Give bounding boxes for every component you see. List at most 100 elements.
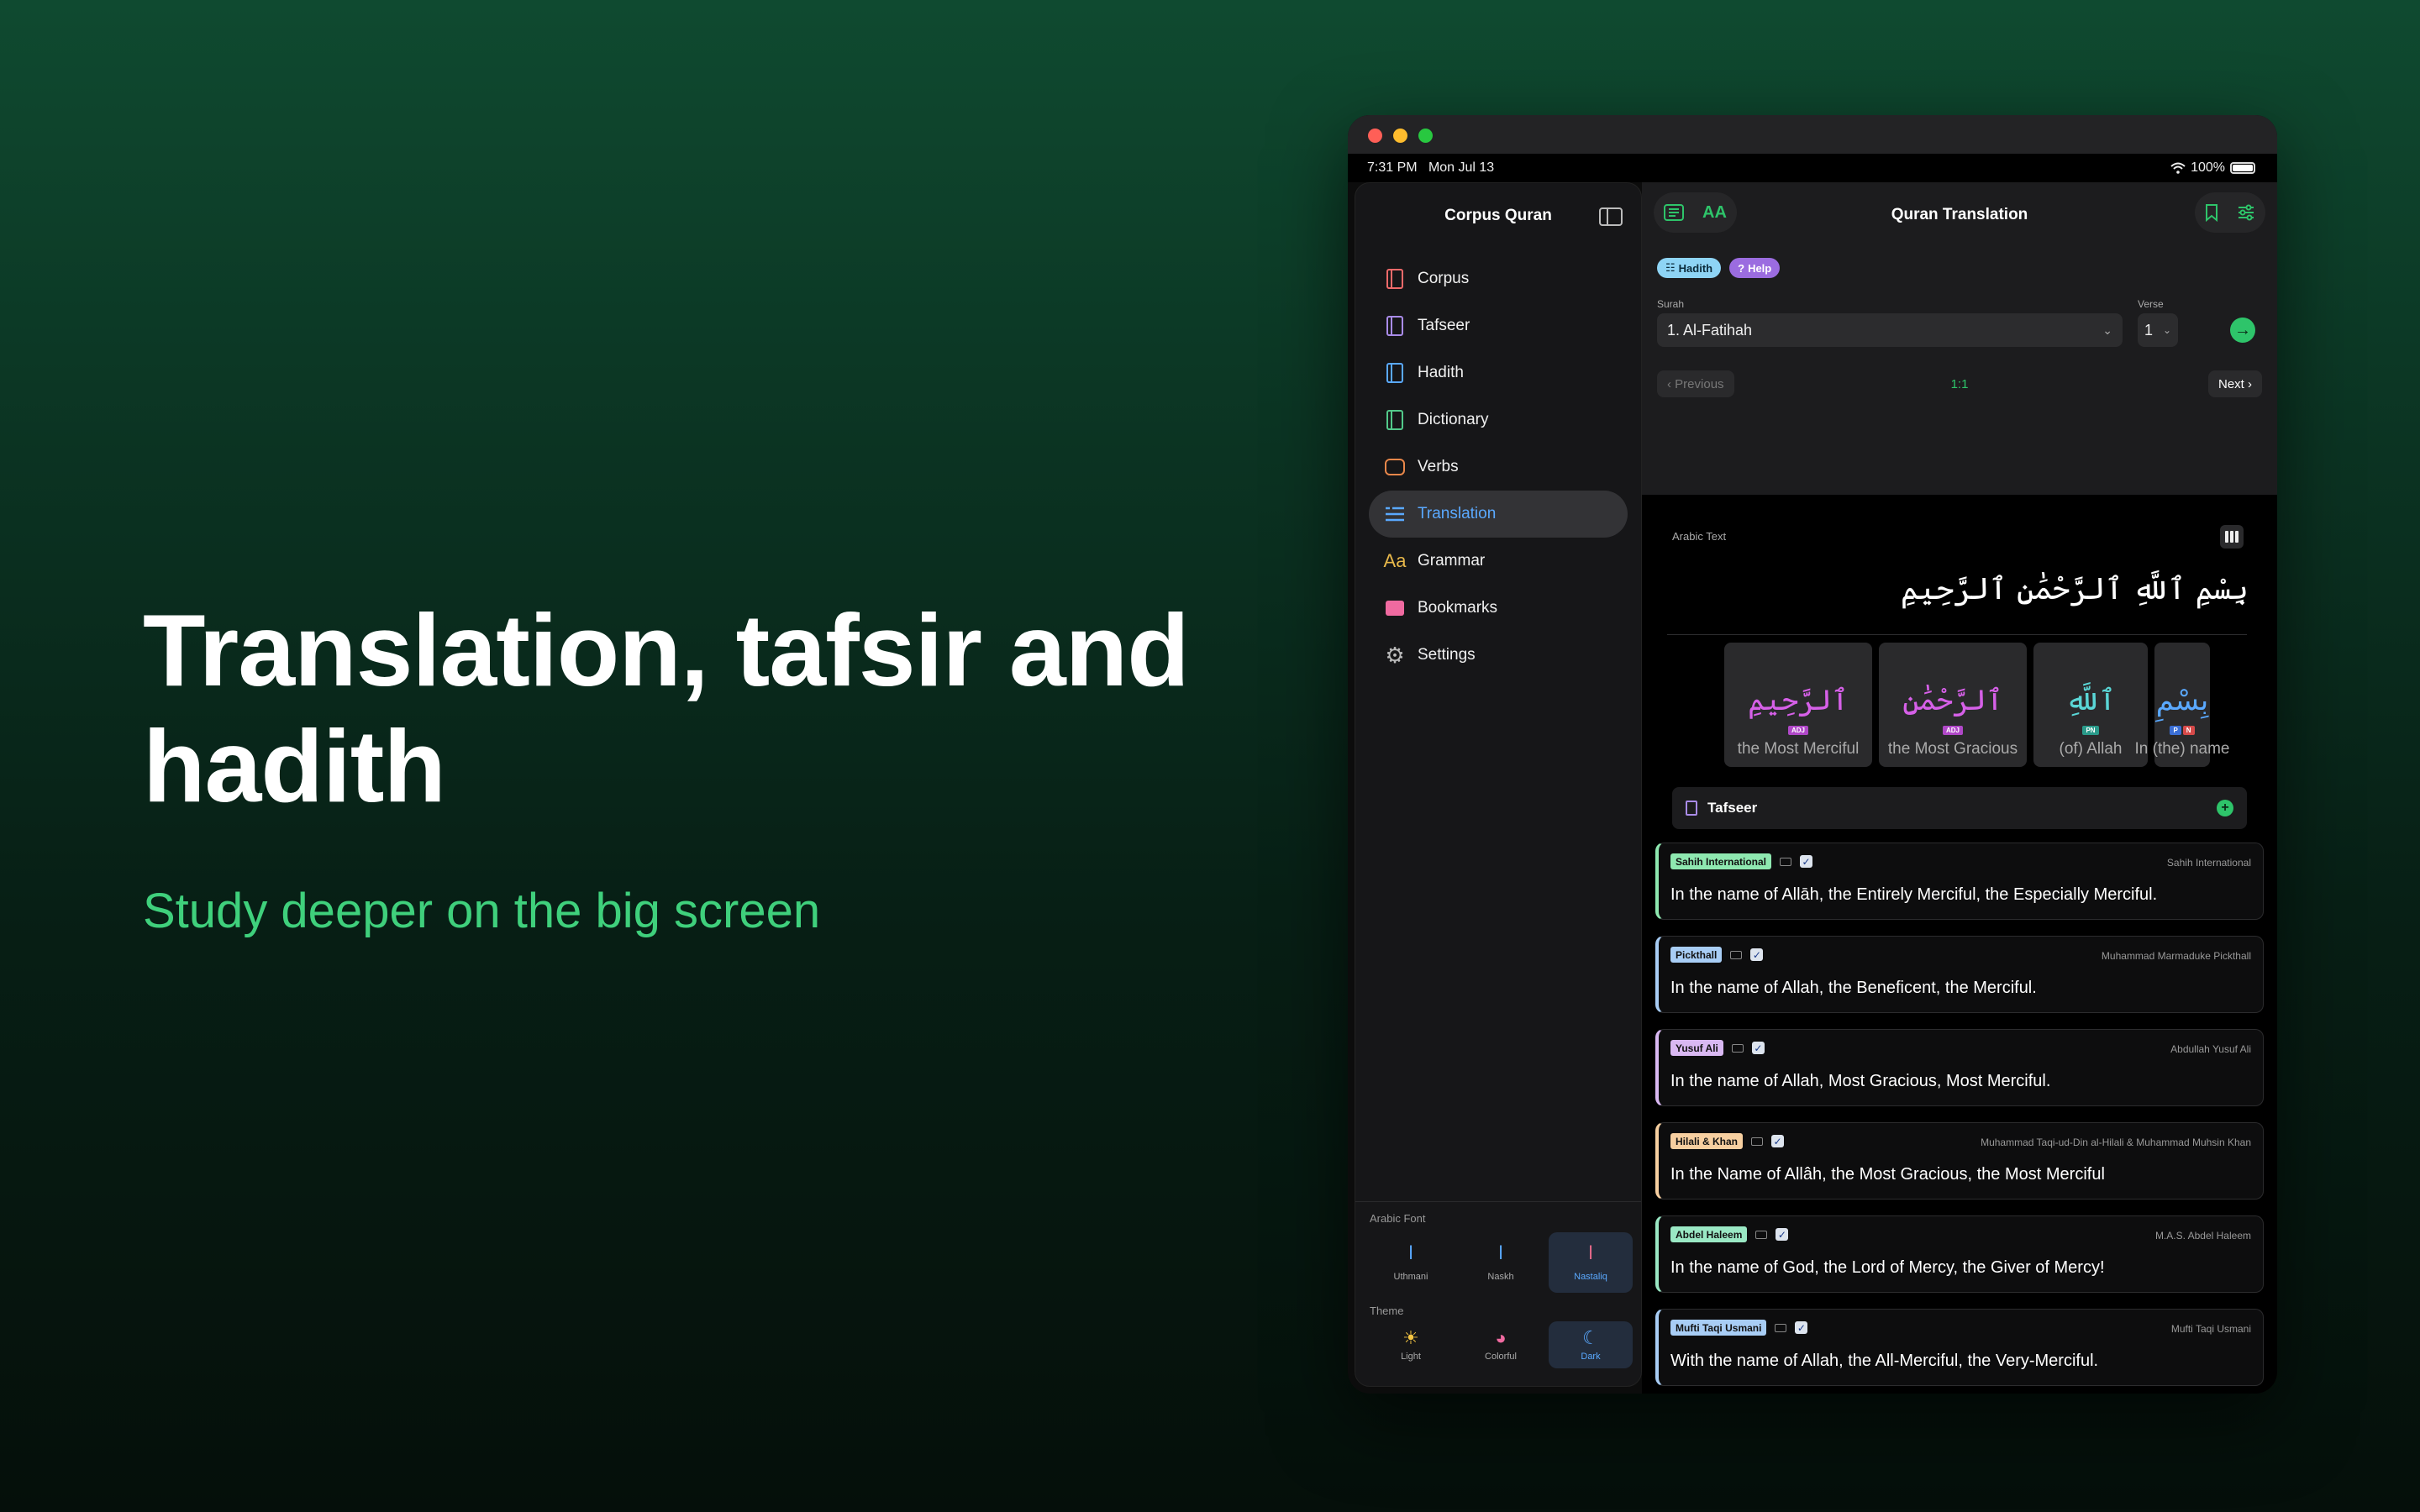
theme-option-colorful[interactable]: ◕ Colorful [1459,1321,1543,1368]
status-time-date: 7:31 PM Mon Jul 13 [1367,160,1494,176]
chevron-down-icon: ⌄ [2162,324,2171,336]
checkbox-icon[interactable]: ✓ [1750,948,1764,961]
sidebar-item-grammar[interactable]: Aa Grammar [1369,538,1628,585]
word-english: the Most Merciful [1737,740,1860,758]
word-arabic: بِسْمِ [2155,684,2209,717]
verse-value: 1 [2144,321,2154,339]
sidebar-item-translation[interactable]: Translation [1369,491,1628,538]
word-card[interactable]: ٱللَّهِ PN (of) Allah [2033,643,2148,767]
sidebar-item-tafseer[interactable]: Tafseer [1369,302,1628,349]
word-arabic: ٱلرَّحِيمِ [1748,684,1849,717]
font-option-naskh[interactable]: ا Naskh [1459,1232,1543,1293]
sidebar-item-corpus[interactable]: Corpus [1369,255,1628,302]
hadith-tag-label: Hadith [1678,261,1713,275]
gear-icon: ⚙ [1385,642,1405,668]
translation-header: Yusuf Ali ✓ [1670,1040,1765,1056]
verse-select[interactable]: 1 ⌄ [2138,313,2178,347]
translator-name: Muhammad Taqi-ud-Din al-Hilali & Muhamma… [1981,1137,2251,1148]
sliders-icon[interactable] [2237,204,2255,221]
checkbox-icon[interactable]: ✓ [1751,1042,1765,1054]
print-icon[interactable] [1730,950,1743,959]
checkbox-icon[interactable]: ✓ [1771,1135,1785,1147]
sidebar-item-label: Hadith [1418,364,1464,381]
hero: Translation, tafsir and hadith Study dee… [143,592,1235,939]
theme-options: ☀ Light ◕ Colorful ☾ Dark [1369,1321,1633,1368]
pos-badge: ADJ [1787,726,1808,735]
translation-header: Pickthall ✓ [1670,947,1764,963]
arabic-verse: بِسْمِ ٱللَّهِ ٱلرَّحْمَٰنِ ٱلرَّحِيمِ [1900,572,2249,606]
word-arabic: ٱللَّهِ [2065,684,2116,717]
word-card[interactable]: ٱلرَّحِيمِ ADJ the Most Merciful [1724,643,1872,767]
palette-icon: ◕ [1495,1327,1507,1348]
print-icon[interactable] [1751,1137,1764,1146]
speech-bubble-icon [1384,456,1406,478]
main-toolbar: AA Quran Translation ☷ Hadith ? Help Sur… [1642,182,2277,495]
hadith-tag[interactable]: ☷ Hadith [1657,258,1722,278]
checkbox-icon[interactable]: ✓ [1800,855,1813,868]
text-size-icon: Aa [1383,550,1407,571]
font-option-label: Uthmani [1393,1272,1428,1282]
action-controls [2195,192,2265,233]
translator-badge: Mufti Taqi Usmani [1670,1320,1767,1336]
word-by-word: بِسْمِ P N In (the) name ٱللَّهِ PN (of) Allah… [1724,643,2230,767]
next-button[interactable]: Next › [2207,370,2262,397]
zoom-window-button[interactable] [1418,129,1433,143]
add-tafseer-icon[interactable]: + [2217,800,2233,816]
tafseer-bar[interactable]: Tafseer + [1672,787,2247,829]
verse-reference: 1:1 [1950,377,1969,391]
font-option-nastaliq[interactable]: ا Nastaliq [1549,1232,1633,1293]
bookmark-icon[interactable] [2205,203,2218,222]
surah-select[interactable]: 1. Al-Fatihah ⌄ [1657,313,2123,347]
arabic-font-options: ا Uthmani ا Naskh ا Nastaliq [1369,1232,1633,1293]
print-icon[interactable] [1775,1323,1787,1332]
sidebar-item-verbs[interactable]: Verbs [1369,444,1628,491]
page-title: Quran Translation [1891,206,2028,223]
columns-icon[interactable] [2220,525,2244,549]
translation-card[interactable]: Abdel Haleem ✓ M.A.S. Abdel Haleem In the n… [1655,1215,2264,1293]
font-glyph: ا [1407,1242,1414,1263]
print-icon[interactable] [1731,1043,1744,1053]
sidebar-item-hadith[interactable]: Hadith [1369,349,1628,396]
translation-card[interactable]: Sahih International ✓ Sahih International I… [1655,843,2264,920]
word-card[interactable]: بِسْمِ P N In (the) name [2135,643,2230,767]
sidebar-item-bookmarks[interactable]: Bookmarks [1369,585,1628,632]
book-icon [1384,409,1406,431]
translation-text: In the name of God, the Lord of Mercy, t… [1670,1258,2105,1277]
translation-card[interactable]: Pickthall ✓ Muhammad Marmaduke Pickthall In… [1655,936,2264,1013]
translation-card[interactable]: Yusuf Ali ✓ Abdullah Yusuf Ali In the name … [1655,1029,2264,1106]
theme-option-dark[interactable]: ☾ Dark [1549,1321,1633,1368]
translation-text: In the name of Allah, the Beneficent, th… [1670,979,2037,997]
verse-label: Verse [2138,298,2164,310]
print-icon[interactable] [1780,857,1792,866]
theme-label: Theme [1370,1305,1404,1317]
translation-list: Sahih International ✓ Sahih International I… [1655,843,2264,1394]
status-date: Mon Jul 13 [1428,160,1495,175]
close-window-button[interactable] [1368,129,1382,143]
translation-text: In the name of Allāh, the Entirely Merci… [1670,885,2158,904]
translator-name: M.A.S. Abdel Haleem [2154,1230,2251,1242]
minimize-window-button[interactable] [1393,129,1407,143]
book-icon [1384,268,1406,290]
help-tag[interactable]: ? Help [1729,258,1781,278]
font-glyph: ا [1587,1242,1594,1263]
battery-icon [2230,162,2255,174]
sidebar-item-settings[interactable]: ⚙ Settings [1369,632,1628,679]
arabic-font-label: Arabic Font [1370,1212,1426,1225]
archive-icon [1384,597,1406,619]
sidebar-item-dictionary[interactable]: Dictionary [1369,396,1628,444]
word-card[interactable]: ٱلرَّحْمَٰنِ ADJ the Most Gracious [1879,643,2027,767]
translation-card[interactable]: Mufti Taqi Usmani ✓ Mufti Taqi Usmani With … [1655,1309,2264,1386]
checkbox-icon[interactable]: ✓ [1776,1228,1789,1241]
surah-value: 1. Al-Fatihah [1667,321,1753,339]
go-arrow-icon[interactable]: → [2230,318,2255,343]
print-icon[interactable] [1755,1230,1768,1239]
translator-name: Abdullah Yusuf Ali [2170,1043,2251,1055]
sidebar-item-label: Corpus [1418,270,1470,287]
checkbox-icon[interactable]: ✓ [1795,1321,1808,1334]
translation-card[interactable]: Hilali & Khan ✓ Muhammad Taqi-ud-Din al-Hi… [1655,1122,2264,1200]
theme-option-light[interactable]: ☀ Light [1369,1321,1453,1368]
sidebar: Corpus Quran Corpus Tafseer Hadith Dictiona… [1355,182,1642,1387]
sidebar-toggle-icon[interactable] [1599,207,1623,226]
sidebar-item-label: Tafseer [1418,317,1470,334]
font-option-uthmani[interactable]: ا Uthmani [1369,1232,1453,1293]
